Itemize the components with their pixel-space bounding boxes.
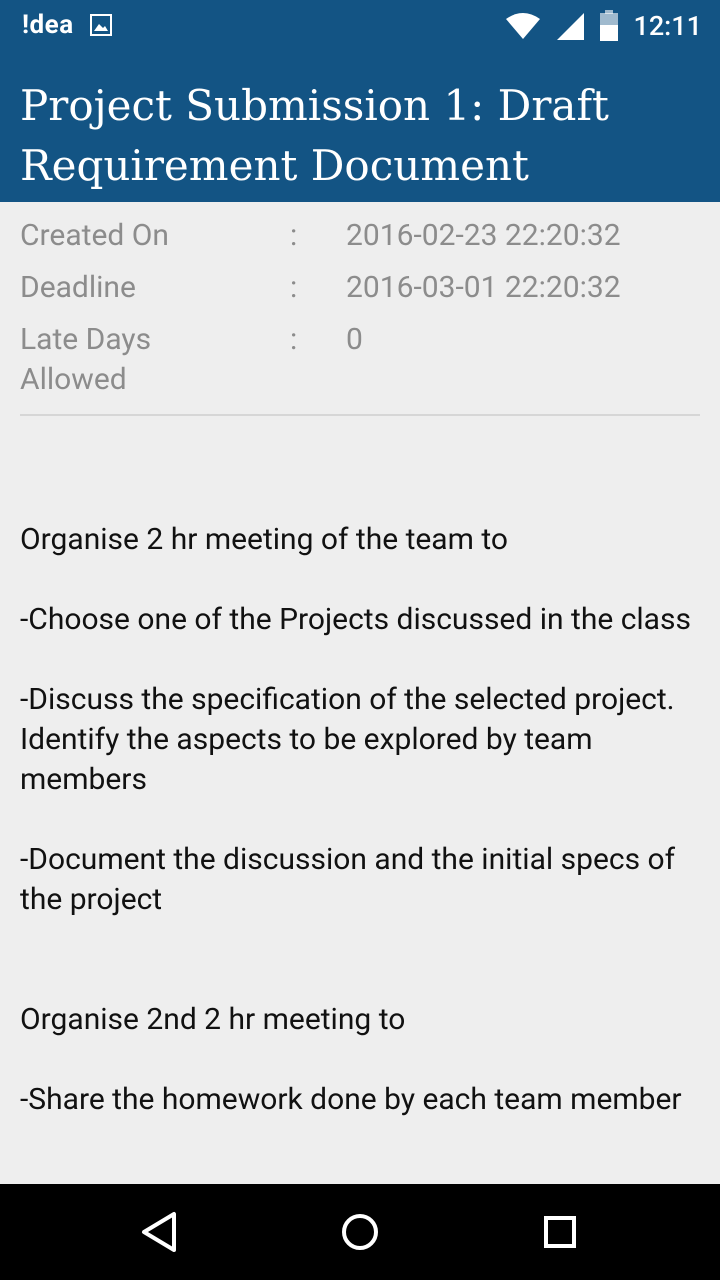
separator: : [290,218,298,253]
home-icon[interactable] [336,1208,384,1256]
separator: : [290,322,298,357]
title-bar: Project Submission 1: Draft Requirement … [0,52,720,202]
recents-icon[interactable] [536,1208,584,1256]
status-bar: !dea 12:11 [0,0,720,52]
divider [20,414,700,416]
assignment-description: Organise 2 hr meeting of the team to -Ch… [20,520,710,1120]
late-days-row: Late Days Allowed : 0 [20,320,700,412]
deadline-row: Deadline : 2016-03-01 22:20:32 [20,268,700,320]
cellular-icon [557,13,585,40]
back-icon[interactable] [136,1208,184,1256]
assignment-meta: Created On : 2016-02-23 22:20:32 Deadlin… [20,216,700,412]
description-paragraph: Organise 2 hr meeting of the team to [20,522,508,557]
carrier-name: !dea [22,10,74,40]
description-paragraph: -Share the homework done by each team me… [20,1082,682,1117]
created-on-row: Created On : 2016-02-23 22:20:32 [20,216,700,268]
page-title: Project Submission 1: Draft Requirement … [20,81,609,190]
description-paragraph: -Choose one of the Projects discussed in… [20,602,691,637]
description-paragraph: -Discuss the specification of the select… [20,682,675,797]
battery-icon [600,10,619,41]
deadline-label: Deadline [20,270,136,305]
description-paragraph: Organise 2nd 2 hr meeting to [20,1002,406,1037]
late-days-value: 0 [346,322,363,357]
separator: : [290,270,298,305]
status-icons: 12:11 [505,8,702,44]
clock: 12:11 [633,10,702,42]
deadline-value: 2016-03-01 22:20:32 [346,270,621,305]
created-on-label: Created On [20,218,169,253]
description-paragraph: -Document the discussion and the initial… [20,842,676,917]
image-icon [90,14,112,36]
late-days-label: Late Days Allowed [20,322,152,397]
navigation-bar [0,1184,720,1280]
wifi-icon [506,13,541,39]
created-on-value: 2016-02-23 22:20:32 [346,218,621,253]
